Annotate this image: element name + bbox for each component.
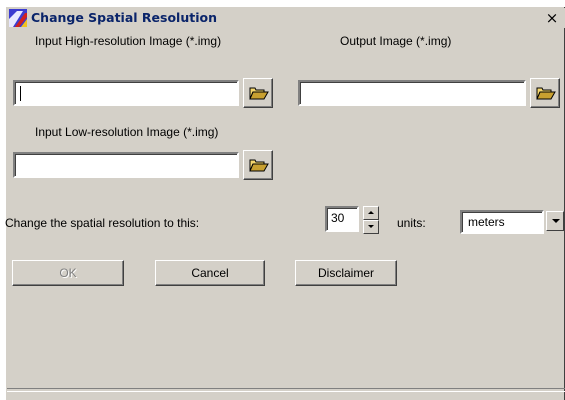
status-divider xyxy=(7,388,565,392)
text-caret xyxy=(20,86,21,101)
low-res-browse-button[interactable] xyxy=(243,150,273,180)
folder-open-icon xyxy=(249,159,269,172)
high-res-input[interactable] xyxy=(13,80,239,106)
resolution-value-input[interactable]: 30 xyxy=(325,206,359,232)
low-res-input[interactable] xyxy=(13,152,239,178)
units-select-value: meters xyxy=(462,212,542,232)
dialog-window: Change Spatial Resolution × Input High-r… xyxy=(5,6,565,400)
ok-button[interactable]: OK xyxy=(12,260,124,286)
chevron-down-icon xyxy=(552,219,560,223)
folder-open-icon xyxy=(249,87,269,100)
folder-open-icon xyxy=(536,87,556,100)
arrow-down-icon xyxy=(368,225,374,228)
units-label: units: xyxy=(397,216,426,230)
title-bar[interactable]: Change Spatial Resolution × xyxy=(7,8,565,28)
units-dropdown-button[interactable] xyxy=(546,211,564,231)
output-input[interactable] xyxy=(298,80,526,106)
spin-down-button[interactable] xyxy=(363,220,379,234)
low-res-label: Input Low-resolution Image (*.img) xyxy=(35,125,219,139)
erdas-imagine-icon xyxy=(9,9,27,27)
low-res-input-text xyxy=(15,154,237,176)
disclaimer-button[interactable]: Disclaimer xyxy=(295,260,397,286)
units-select[interactable]: meters xyxy=(460,210,544,234)
output-browse-button[interactable] xyxy=(530,78,560,108)
high-res-input-text xyxy=(15,82,237,104)
resolution-label: Change the spatial resolution to this: xyxy=(5,216,200,230)
close-icon[interactable]: × xyxy=(543,9,561,27)
output-input-text xyxy=(300,82,524,104)
resolution-value-text: 30 xyxy=(327,208,357,230)
output-label: Output Image (*.img) xyxy=(340,34,452,48)
high-res-label: Input High-resolution Image (*.img) xyxy=(35,34,222,48)
arrow-up-icon xyxy=(368,211,374,214)
window-title: Change Spatial Resolution xyxy=(31,10,217,25)
spin-up-button[interactable] xyxy=(363,206,379,220)
high-res-browse-button[interactable] xyxy=(243,78,273,108)
cancel-button[interactable]: Cancel xyxy=(155,260,265,286)
